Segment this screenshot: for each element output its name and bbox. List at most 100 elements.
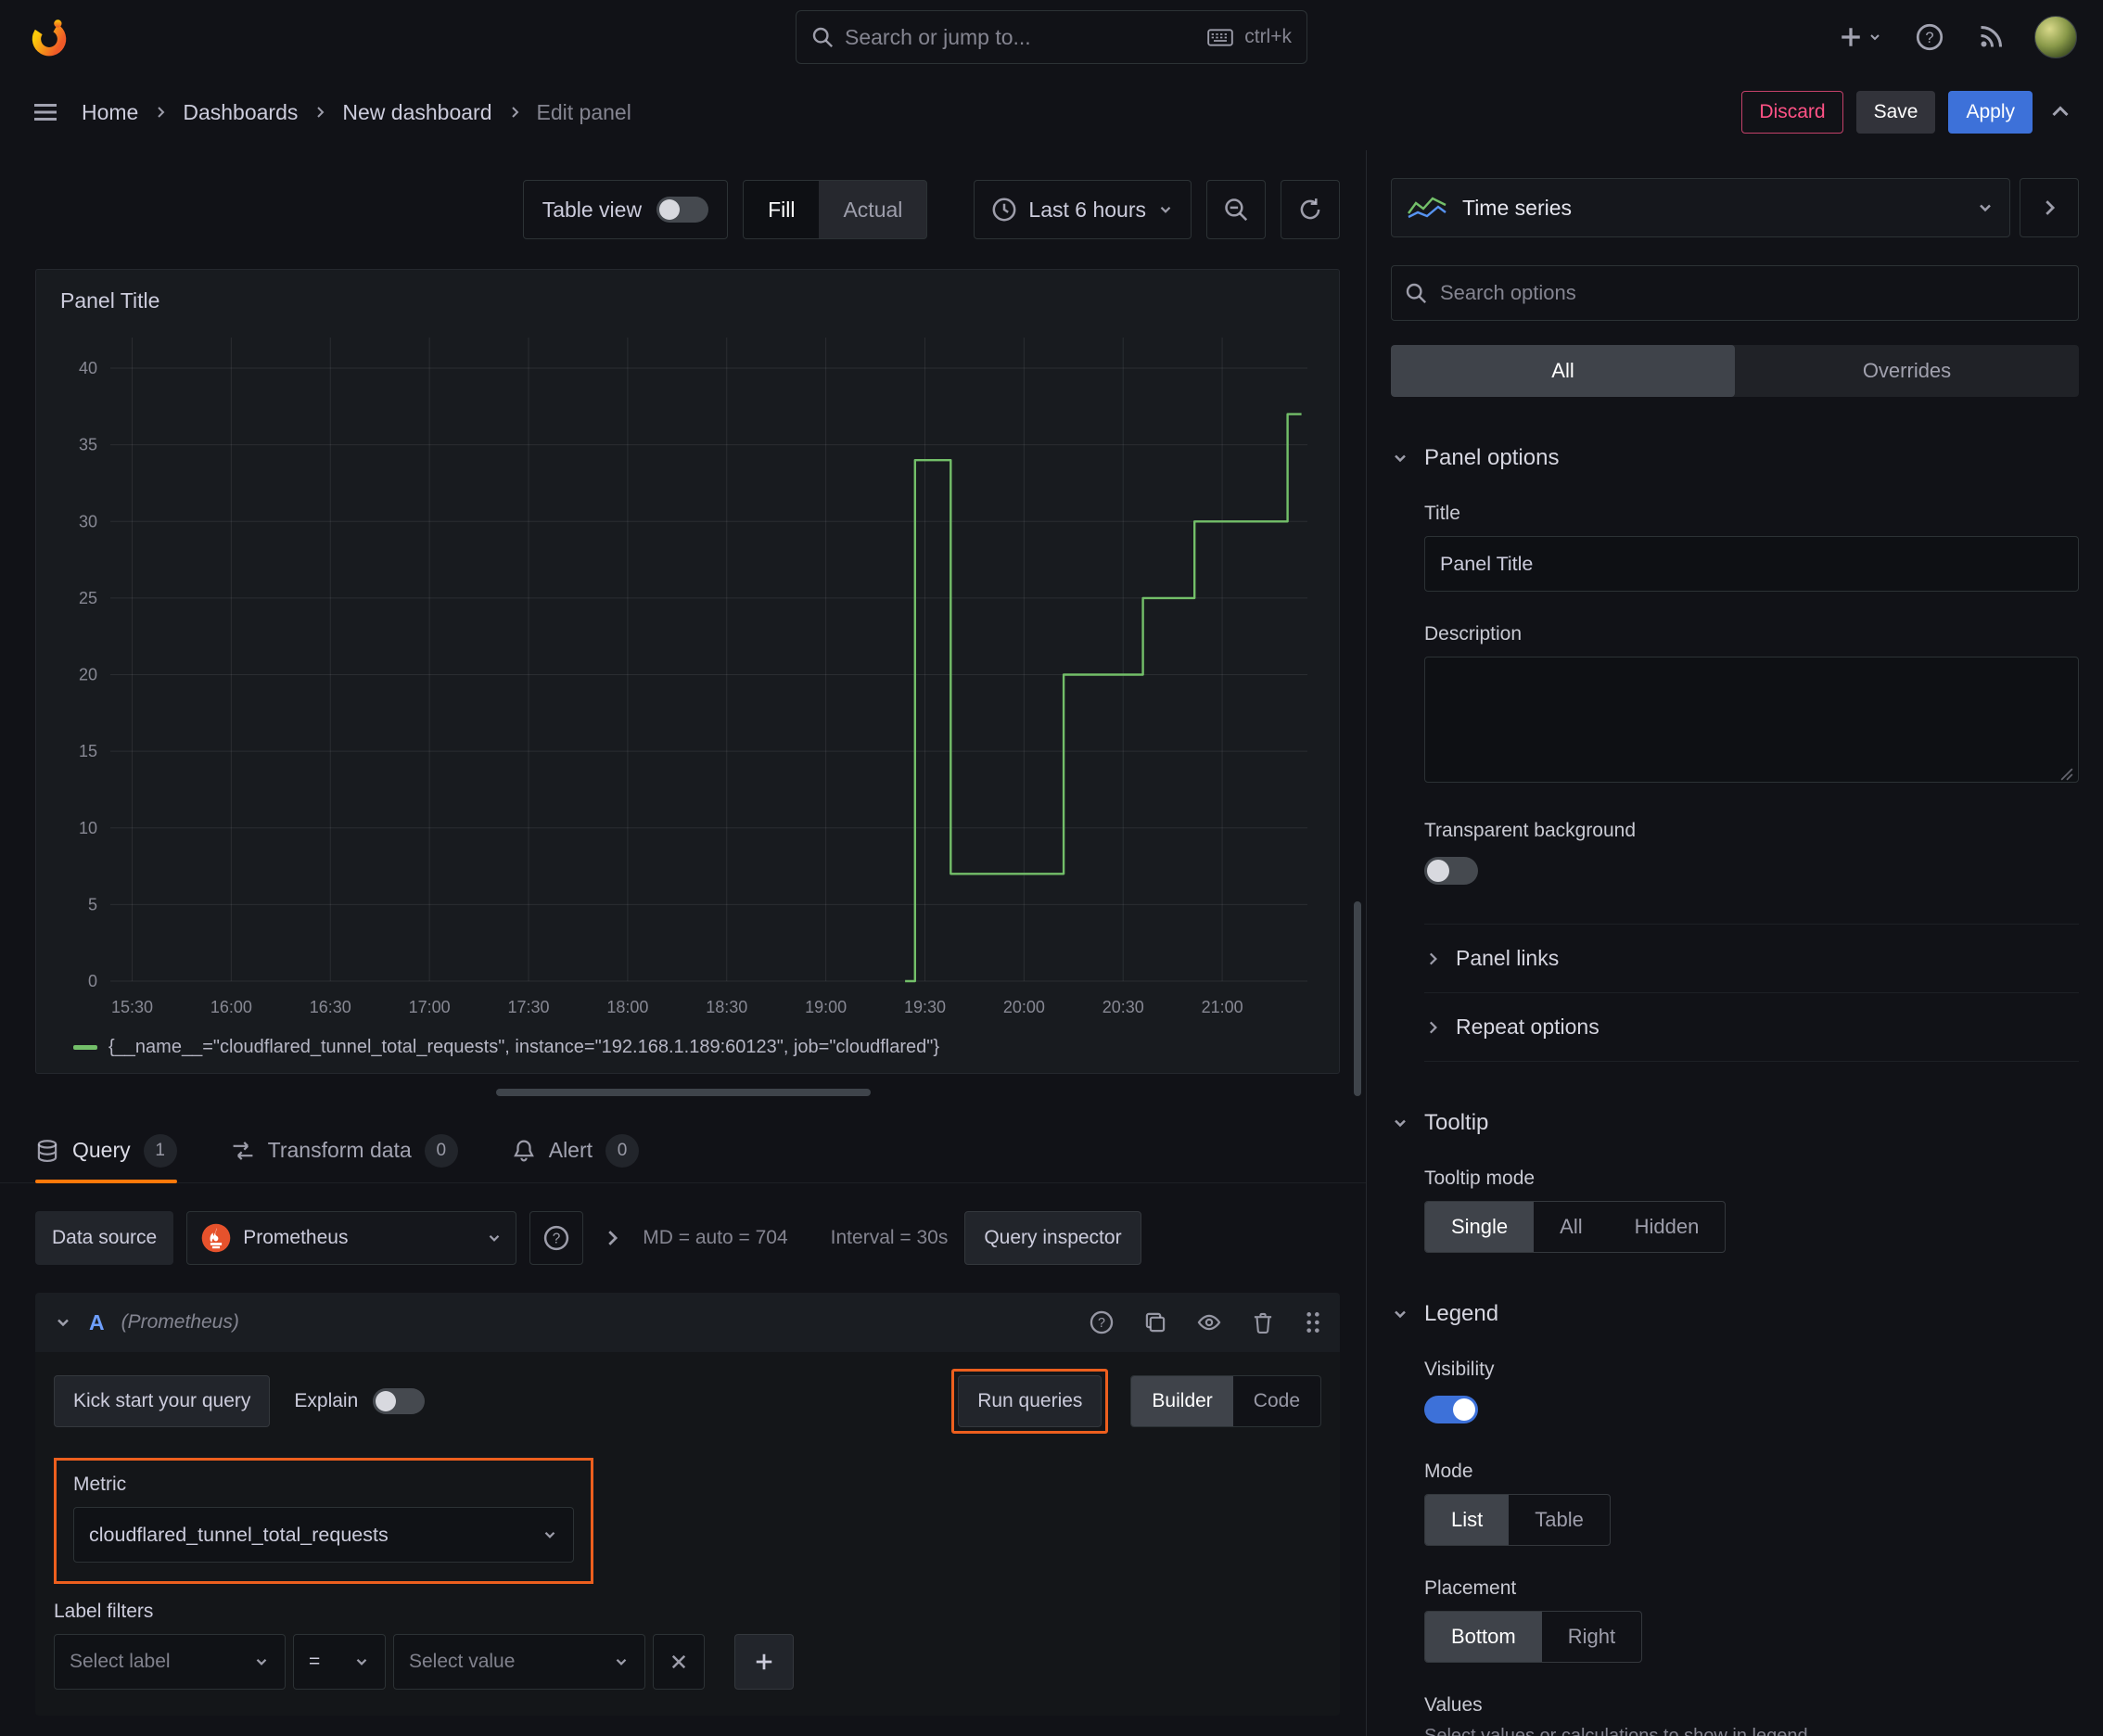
chevron-right-icon: [153, 105, 168, 120]
grafana-app: ctrl+k ? Home Dashboards New dashboa: [0, 0, 2103, 1736]
time-range-picker[interactable]: Last 6 hours: [974, 180, 1192, 239]
builder-option[interactable]: Builder: [1131, 1376, 1233, 1426]
query-help-button[interactable]: ?: [1090, 1310, 1114, 1334]
toggle-visibility-button[interactable]: [1197, 1310, 1221, 1334]
top-search[interactable]: ctrl+k: [796, 10, 1307, 64]
svg-text:20: 20: [79, 666, 97, 684]
datasource-picker[interactable]: Prometheus: [186, 1211, 517, 1265]
new-button[interactable]: [1835, 21, 1886, 53]
select-label-dropdown[interactable]: Select label: [54, 1634, 286, 1690]
tooltip-header[interactable]: Tooltip: [1391, 1110, 2079, 1136]
tab-transform-data[interactable]: Transform data 0: [231, 1118, 458, 1182]
delete-query-button[interactable]: [1251, 1310, 1275, 1334]
visualization-picker[interactable]: Time series: [1391, 178, 2010, 237]
breadcrumb-home[interactable]: Home: [82, 100, 138, 125]
run-queries-button[interactable]: Run queries: [958, 1375, 1102, 1427]
legend-mode-label: Mode: [1424, 1461, 1473, 1482]
panel-links-label: Panel links: [1456, 946, 1560, 970]
time-series-chart[interactable]: 0 5 10 15 20 25 30 35 40 15:30 16:00 16:30 17:00 17:3…: [53, 323, 1322, 1026]
refresh-button[interactable]: [1281, 180, 1340, 239]
legend-section: Legend Visibility Mode List Table Placem…: [1391, 1301, 2079, 1736]
fill-option[interactable]: Fill: [744, 181, 820, 238]
options-tabs: All Overrides: [1391, 345, 2079, 397]
menu-button[interactable]: [28, 95, 63, 130]
tab-query[interactable]: Query 1: [35, 1118, 177, 1183]
help-button[interactable]: ?: [1912, 19, 1947, 55]
legend-visibility-switch[interactable]: [1424, 1396, 1478, 1423]
repeat-options-collapsible[interactable]: Repeat options: [1424, 992, 2079, 1061]
save-button[interactable]: Save: [1855, 91, 1936, 134]
svg-text:?: ?: [1098, 1316, 1105, 1331]
legend-series-label[interactable]: {__name__="cloudflared_tunnel_total_requ…: [108, 1037, 939, 1058]
breadcrumb-new-dashboard[interactable]: New dashboard: [342, 100, 491, 125]
legend-list-option[interactable]: List: [1425, 1495, 1510, 1545]
tab-alert[interactable]: Alert 0: [512, 1118, 640, 1182]
close-icon: [669, 1653, 688, 1671]
query-ref-id[interactable]: A: [89, 1310, 105, 1335]
run-queries-highlight: Run queries: [951, 1369, 1109, 1434]
legend-right-option[interactable]: Right: [1542, 1612, 1641, 1662]
metric-label: Metric: [73, 1474, 127, 1495]
tooltip-single-option[interactable]: Single: [1425, 1202, 1535, 1252]
query-datasource-hint: (Prometheus): [121, 1311, 239, 1333]
legend-values-label: Values: [1424, 1694, 1483, 1716]
kick-start-query-button[interactable]: Kick start your query: [54, 1375, 271, 1427]
breadcrumb-dashboards[interactable]: Dashboards: [183, 100, 298, 125]
legend-bottom-option[interactable]: Bottom: [1425, 1612, 1542, 1662]
query-options-summary[interactable]: MD = auto = 704 Interval = 30s: [643, 1227, 948, 1249]
tooltip-hidden-option[interactable]: Hidden: [1609, 1202, 1726, 1252]
remove-filter-button[interactable]: [653, 1634, 705, 1690]
options-search[interactable]: [1391, 265, 2079, 321]
time-range-label: Last 6 hours: [1028, 197, 1146, 222]
query-inspector-button[interactable]: Query inspector: [964, 1211, 1141, 1265]
code-option[interactable]: Code: [1233, 1376, 1320, 1426]
collapse-button[interactable]: [2046, 97, 2075, 127]
svg-text:20:30: 20:30: [1102, 998, 1144, 1016]
search-input[interactable]: [845, 24, 1197, 50]
operator-dropdown[interactable]: =: [293, 1634, 386, 1690]
bell-icon: [512, 1139, 536, 1163]
explain-control: Explain: [294, 1388, 426, 1414]
news-button[interactable]: [1973, 19, 2008, 55]
apply-button[interactable]: Apply: [1948, 91, 2033, 134]
legend-table-option[interactable]: Table: [1509, 1495, 1610, 1545]
legend-header[interactable]: Legend: [1391, 1301, 2079, 1327]
discard-button[interactable]: Discard: [1741, 91, 1843, 134]
query-row-header[interactable]: A (Prometheus) ?: [35, 1293, 1340, 1352]
panel-options-title: Panel options: [1424, 445, 1560, 470]
top-nav-actions: ?: [1835, 16, 2077, 58]
drag-query-handle[interactable]: [1305, 1310, 1321, 1334]
chevron-down-icon[interactable]: [54, 1313, 72, 1332]
options-search-input[interactable]: [1440, 281, 2065, 305]
transparent-background-switch[interactable]: [1424, 857, 1478, 885]
grafana-logo-icon[interactable]: [26, 14, 72, 60]
metric-select[interactable]: cloudflared_tunnel_total_requests: [73, 1507, 574, 1563]
scrollbar-thumb[interactable]: [1354, 901, 1361, 1096]
tab-all[interactable]: All: [1391, 345, 1735, 397]
explain-switch[interactable]: [373, 1388, 426, 1414]
description-textarea[interactable]: [1424, 657, 2079, 783]
select-value-dropdown[interactable]: Select value: [393, 1634, 645, 1690]
breadcrumb-bar: Home Dashboards New dashboard Edit panel…: [0, 74, 2103, 150]
tab-overrides[interactable]: Overrides: [1735, 345, 2079, 397]
panel-links-collapsible[interactable]: Panel links: [1424, 924, 2079, 992]
add-filter-button[interactable]: [734, 1634, 794, 1690]
panel-title[interactable]: Panel Title: [53, 283, 1322, 323]
panel-title-input[interactable]: [1424, 536, 2079, 592]
table-view-toggle[interactable]: Table view: [522, 180, 729, 239]
resize-grip-icon[interactable]: [2060, 768, 2073, 781]
zoom-out-button[interactable]: [1206, 180, 1266, 239]
angle-right-icon[interactable]: [602, 1228, 622, 1248]
user-avatar[interactable]: [2034, 16, 2077, 58]
table-view-switch[interactable]: [656, 197, 709, 223]
panel-options-header[interactable]: Panel options: [1391, 445, 2079, 471]
duplicate-query-button[interactable]: [1143, 1310, 1167, 1334]
panel-resize-handle[interactable]: [495, 1089, 871, 1096]
svg-text:15:30: 15:30: [111, 998, 153, 1016]
toggle-viz-picker-button[interactable]: [2020, 178, 2079, 237]
actual-option[interactable]: Actual: [819, 181, 926, 238]
datasource-help-button[interactable]: ?: [529, 1211, 584, 1265]
clock-icon: [991, 197, 1017, 223]
label-filters-label: Label filters: [54, 1601, 154, 1622]
tooltip-all-option[interactable]: All: [1534, 1202, 1608, 1252]
